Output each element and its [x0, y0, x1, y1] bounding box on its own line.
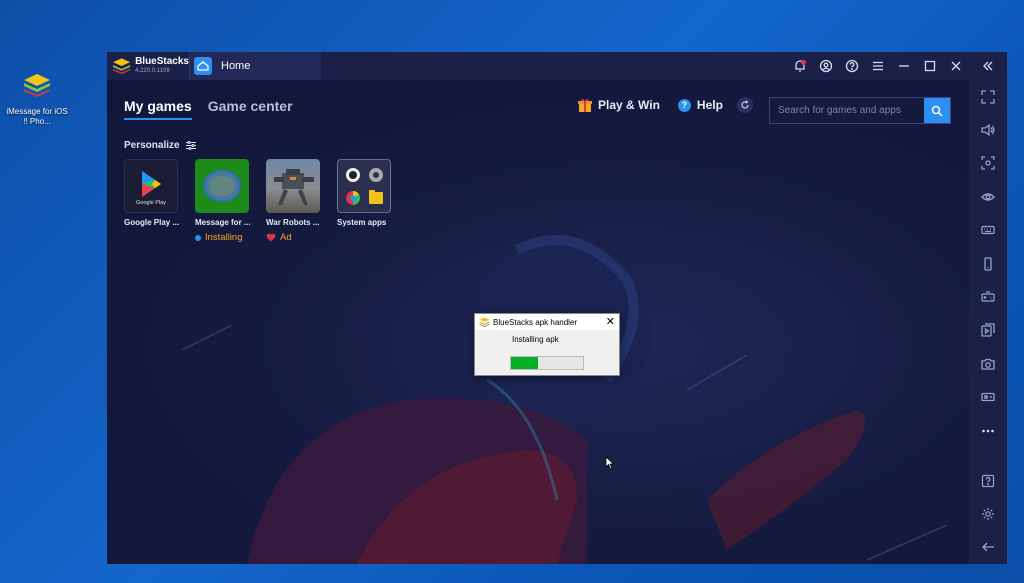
search-icon	[931, 105, 943, 117]
notification-bell-icon[interactable]	[787, 52, 813, 80]
tab-my-games[interactable]: My games	[124, 98, 192, 120]
google-play-caption: Google Play	[136, 200, 166, 206]
dialog-title: BlueStacks apk handler	[493, 317, 578, 327]
more-icon[interactable]	[969, 414, 1007, 447]
back-arrow-icon[interactable]	[969, 531, 1007, 564]
camera-icon[interactable]	[969, 347, 1007, 380]
menu-icon[interactable]	[865, 52, 891, 80]
home-icon	[194, 57, 212, 75]
desktop-shortcut-label: iMessage for iOS !! Pho...	[6, 107, 68, 126]
phone-icon[interactable]	[969, 247, 1007, 280]
apps-grid: Google Play Google Play ... Message for …	[124, 159, 408, 243]
bluestacks-logo-icon	[112, 58, 131, 75]
bluestacks-small-icon	[479, 317, 490, 327]
heart-icon	[266, 233, 276, 242]
status-label: Ad	[280, 232, 292, 243]
bluestacks-icon	[24, 74, 50, 97]
fullscreen-icon[interactable]	[969, 80, 1007, 113]
settings-icon[interactable]	[969, 497, 1007, 530]
message-app-icon	[195, 159, 249, 213]
app-name: War Robots ...	[266, 218, 320, 227]
dialog-title-bar: BlueStacks apk handler ✕	[475, 314, 619, 330]
tab-home[interactable]: Home	[189, 52, 321, 80]
progress-fill	[511, 357, 539, 369]
system-apps-icon	[337, 159, 391, 213]
help-button[interactable]: ? Help	[677, 98, 723, 112]
account-icon[interactable]	[813, 52, 839, 80]
screen-resize-icon[interactable]	[969, 147, 1007, 180]
app-tile[interactable]: Message for ... Installing	[195, 159, 251, 243]
refresh-icon[interactable]	[736, 97, 753, 113]
status-label: Installing	[205, 232, 243, 243]
keyboard-icon[interactable]	[969, 214, 1007, 247]
google-play-icon: Google Play	[124, 159, 178, 213]
app-name: BlueStacks	[135, 56, 189, 67]
collapse-sidebar-icon[interactable]	[969, 52, 1007, 80]
app-name: Message for ...	[195, 218, 251, 227]
sliders-icon	[185, 141, 196, 150]
play-win-label: Play & Win	[598, 98, 660, 112]
war-robots-icon	[266, 159, 320, 213]
search-box	[769, 97, 951, 124]
record-icon[interactable]	[969, 381, 1007, 414]
eye-icon[interactable]	[969, 180, 1007, 213]
minimize-icon[interactable]	[891, 52, 917, 80]
top-actions: Play & Win ? Help	[577, 97, 753, 113]
tab-game-center[interactable]: Game center	[208, 98, 293, 120]
help-label: Help	[696, 98, 723, 112]
status-installing: Installing	[195, 232, 249, 243]
dialog-message: Installing apk	[512, 335, 559, 344]
app-name: Google Play ...	[124, 218, 180, 227]
app-tile[interactable]: War Robots ... Ad	[266, 159, 320, 243]
install-progress-bar	[510, 356, 584, 370]
app-tile[interactable]: System apps	[337, 159, 391, 243]
apk-handler-dialog: BlueStacks apk handler ✕ Installing apk	[474, 313, 620, 376]
app-version: 4.220.0.1109	[135, 68, 170, 74]
help-circle-icon[interactable]	[839, 52, 865, 80]
maximize-icon[interactable]	[917, 52, 943, 80]
brand: BlueStacks 4.220.0.1109	[107, 52, 189, 80]
nav-tabs: My games Game center	[124, 98, 309, 120]
search-input[interactable]	[770, 98, 924, 123]
personalize-button[interactable]: Personalize	[124, 140, 196, 151]
tab-home-label: Home	[221, 60, 251, 72]
desktop-shortcut[interactable]: iMessage for iOS !! Pho...	[6, 72, 68, 127]
mouse-cursor-icon	[605, 456, 615, 470]
play-win-button[interactable]: Play & Win	[577, 97, 660, 113]
volume-icon[interactable]	[969, 113, 1007, 146]
close-icon[interactable]	[943, 52, 969, 80]
help-square-icon[interactable]	[969, 464, 1007, 497]
window-controls	[787, 52, 1007, 80]
personalize-label: Personalize	[124, 140, 180, 151]
bluestacks-window: BlueStacks 4.220.0.1109 Home My games Ga…	[107, 52, 1007, 564]
gamepad-icon[interactable]	[969, 280, 1007, 313]
app-name: System apps	[337, 218, 387, 227]
dialog-close-icon[interactable]: ✕	[606, 315, 615, 328]
title-bar: BlueStacks 4.220.0.1109 Home	[107, 52, 1007, 80]
gift-icon	[578, 98, 592, 112]
help-question-icon: ?	[677, 98, 691, 112]
installing-dot-icon	[195, 234, 201, 241]
app-tile[interactable]: Google Play Google Play ...	[124, 159, 180, 243]
search-button[interactable]	[924, 98, 950, 123]
media-manager-icon[interactable]	[969, 314, 1007, 347]
status-ad: Ad	[266, 232, 320, 243]
right-sidebar	[969, 80, 1007, 564]
